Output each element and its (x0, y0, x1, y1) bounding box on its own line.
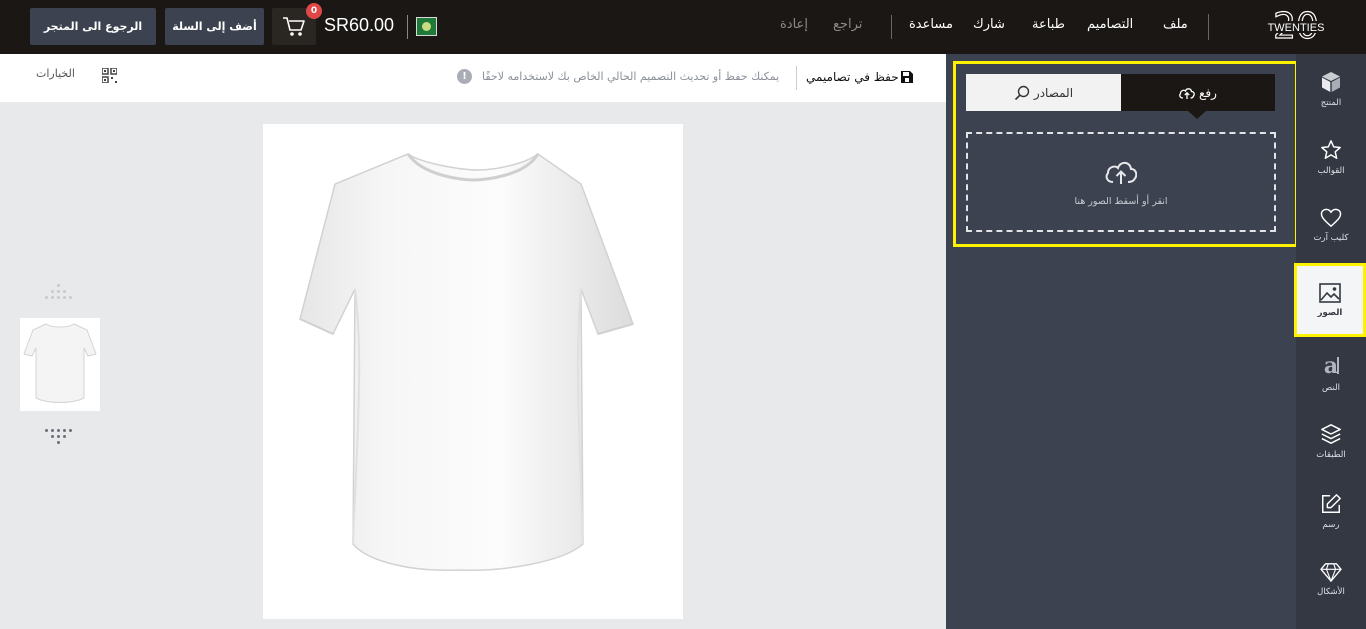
tab-pointer (1188, 111, 1206, 119)
sidebar-item-templates[interactable]: القوالب (1296, 122, 1366, 192)
add-to-cart-button[interactable]: أضف إلى السلة (165, 8, 264, 45)
design-canvas[interactable] (263, 124, 683, 619)
qr-code-icon[interactable] (102, 68, 117, 83)
sidebar-item-clipart[interactable]: كليب آرت (1296, 190, 1366, 260)
star-icon (1321, 139, 1341, 159)
tshirt-thumbnail-image (23, 323, 97, 403)
tshirt-front-image (299, 153, 634, 572)
saudi-flag-icon[interactable] (416, 17, 437, 36)
undo-button[interactable]: تراجع (833, 17, 862, 32)
divider (1208, 14, 1209, 40)
front-view-thumbnail[interactable] (20, 318, 100, 411)
search-icon (1014, 85, 1030, 100)
sidebar-item-product[interactable]: المنتج (1296, 54, 1366, 124)
sidebar-item-draw[interactable]: رسم (1296, 476, 1366, 546)
dropzone-text: انقر أو أسقط الصور هنا (1074, 195, 1168, 207)
cube-icon (1322, 71, 1340, 92)
text-icon: a (1324, 354, 1339, 378)
sidebar-item-shapes[interactable]: الأشكال (1296, 544, 1366, 614)
sidebar-item-layers[interactable]: الطبقات (1296, 406, 1366, 476)
cart-icon (283, 16, 305, 36)
cloud-upload-icon (1105, 161, 1137, 184)
save-hint-text: يمكنك حفظ أو تحديث التصميم الحالي الخاص … (482, 70, 780, 83)
back-to-store-button[interactable]: الرجوع الى المتجر (30, 8, 156, 45)
image-icon (1319, 282, 1341, 303)
divider (891, 15, 892, 39)
cloud-upload-icon (1179, 87, 1195, 99)
tool-sidebar: المنتج القوالب كليب آرت الصور a النص الط… (1294, 54, 1366, 629)
scroll-up-handle[interactable] (45, 284, 72, 299)
menu-designs[interactable]: التصاميم (1087, 17, 1133, 32)
divider (796, 66, 797, 90)
layers-icon (1321, 423, 1341, 444)
menu-file[interactable]: ملف (1163, 17, 1188, 32)
save-to-my-designs-button[interactable]: حفظ في تصاميمي (806, 70, 899, 84)
alert-icon: ! (457, 69, 472, 84)
menu-help[interactable]: مساعدة (909, 17, 953, 32)
cart-count-badge: 0 (306, 3, 322, 19)
options-button[interactable]: الخيارات (36, 67, 75, 80)
sidebar-item-text[interactable]: a النص (1296, 338, 1366, 408)
redo-button[interactable]: إعادة (780, 17, 808, 32)
menu-print[interactable]: طباعة (1032, 17, 1065, 32)
divider (407, 15, 408, 39)
save-icon (901, 71, 913, 83)
edit-icon (1322, 493, 1341, 513)
image-dropzone[interactable]: انقر أو أسقط الصور هنا (966, 132, 1276, 232)
info-bar (0, 54, 946, 102)
tab-sources[interactable]: المصادر (966, 74, 1121, 111)
price-display: SR60.00 (324, 15, 395, 35)
twenties-logo[interactable]: 20 TWENTIES (1256, 4, 1336, 50)
menu-share[interactable]: شارك (973, 17, 1005, 32)
heart-icon (1320, 208, 1342, 227)
tab-upload[interactable]: رفع (1121, 74, 1275, 111)
svg-text:a: a (1324, 354, 1338, 378)
diamond-icon (1320, 562, 1342, 582)
scroll-down-handle[interactable] (45, 429, 72, 444)
svg-text:TWENTIES: TWENTIES (1268, 22, 1325, 34)
sidebar-item-images[interactable]: الصور (1294, 263, 1366, 337)
